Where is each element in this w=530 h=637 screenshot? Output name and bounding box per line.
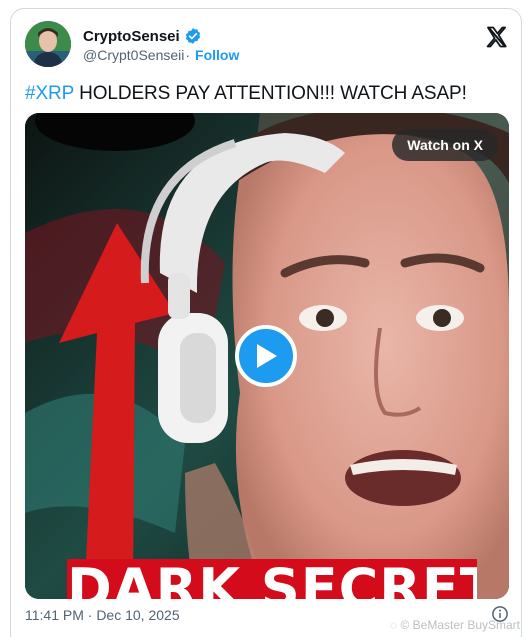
timestamp-link[interactable]: 11:41 PM · Dec 10, 2025	[25, 607, 180, 623]
video-player[interactable]: Watch on X DARK SECRETS	[25, 113, 509, 599]
watch-on-x-button[interactable]: Watch on X	[392, 129, 498, 161]
handle[interactable]: @Crypt0Senseii	[83, 47, 184, 63]
handle-separator: ·	[185, 47, 191, 63]
display-name[interactable]: CryptoSensei	[83, 28, 180, 45]
video-overlay-caption: DARK SECRETS	[67, 559, 477, 599]
tweet-header: CryptoSensei @Crypt0Senseii · Follow	[25, 21, 509, 69]
tweet-body: HOLDERS PAY ATTENTION!!! WATCH ASAP!	[73, 83, 467, 104]
tweet-text: #XRP HOLDERS PAY ATTENTION!!! WATCH ASAP…	[25, 83, 467, 105]
watermark-logo-icon: ◌ ©	[390, 618, 413, 632]
x-logo-icon[interactable]	[485, 25, 509, 49]
play-icon	[257, 344, 277, 368]
verified-badge-icon	[185, 28, 200, 44]
play-button[interactable]	[235, 325, 297, 387]
tweet-card: CryptoSensei @Crypt0Senseii · Follow #XR…	[10, 8, 522, 637]
hashtag-link[interactable]: #XRP	[25, 83, 74, 104]
watermark: ◌ © BeMaster BuySmart	[390, 618, 520, 632]
user-avatar-icon	[25, 21, 71, 67]
handle-row: @Crypt0Senseii · Follow	[83, 47, 239, 63]
avatar[interactable]	[25, 21, 71, 67]
watermark-text: BeMaster BuySmart	[412, 618, 521, 632]
name-row: CryptoSensei	[83, 27, 202, 45]
follow-button[interactable]: Follow	[195, 47, 239, 63]
